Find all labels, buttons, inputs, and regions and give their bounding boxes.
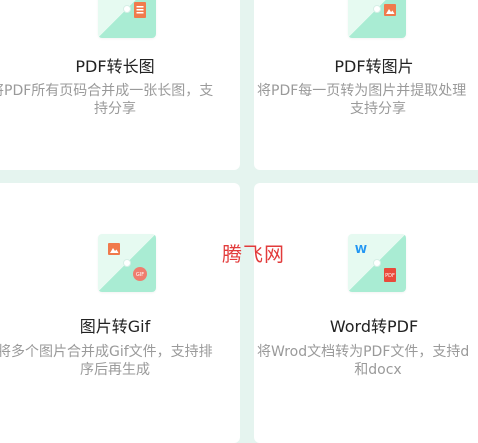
image-icon: [384, 4, 396, 16]
svg-text:GIF: GIF: [136, 272, 144, 278]
feature-desc-line2: 序后再生成: [80, 362, 150, 378]
feature-desc-line2: 支持分享: [350, 101, 406, 117]
word-pdf-icon: W PDF: [355, 243, 396, 282]
feature-desc-line2: 持分享: [94, 101, 136, 117]
feature-title: PDF转长图: [75, 57, 155, 76]
pdf-to-long-image-icon: [98, 0, 156, 38]
svg-text:W: W: [355, 243, 367, 256]
feature-desc-line1: 将多个图片合并成Gif文件，支持排: [0, 344, 213, 360]
gif-icon: GIF: [108, 243, 147, 281]
feature-desc-line2: 和docx: [354, 362, 402, 378]
watermark-text: 腾飞网: [222, 242, 285, 266]
feature-card-pdf-to-long-image[interactable]: PDF转长图 将PDF所有页码合并成一张长图，支 持分享: [0, 0, 240, 170]
pdf-to-image-icon: [348, 0, 406, 38]
feature-title: Word转PDF: [329, 317, 419, 336]
feature-title: PDF转图片: [334, 57, 414, 76]
svg-text:PDF: PDF: [385, 273, 395, 279]
document-icon: [134, 2, 146, 18]
image-to-gif-icon: GIF: [98, 234, 156, 292]
feature-card-word-to-pdf[interactable]: W PDF Word转PDF 将Wrod文档转为PDF文件，支持d 和docx: [254, 183, 478, 443]
feature-card-pdf-to-image[interactable]: PDF转图片 将PDF每一页转为图片并提取处理 支持分享: [254, 0, 478, 170]
feature-card-image-to-gif[interactable]: GIF 图片转Gif 将多个图片合并成Gif文件，支持排 序后再生成: [0, 183, 240, 443]
feature-desc-line1: 将Wrod文档转为PDF文件，支持d: [257, 344, 470, 360]
feature-desc-line1: 将PDF每一页转为图片并提取处理: [257, 83, 467, 99]
feature-title: 图片转Gif: [79, 317, 151, 336]
feature-desc-line1: 将PDF所有页码合并成一张长图，支: [0, 83, 214, 99]
word-to-pdf-icon: W PDF: [348, 234, 406, 292]
